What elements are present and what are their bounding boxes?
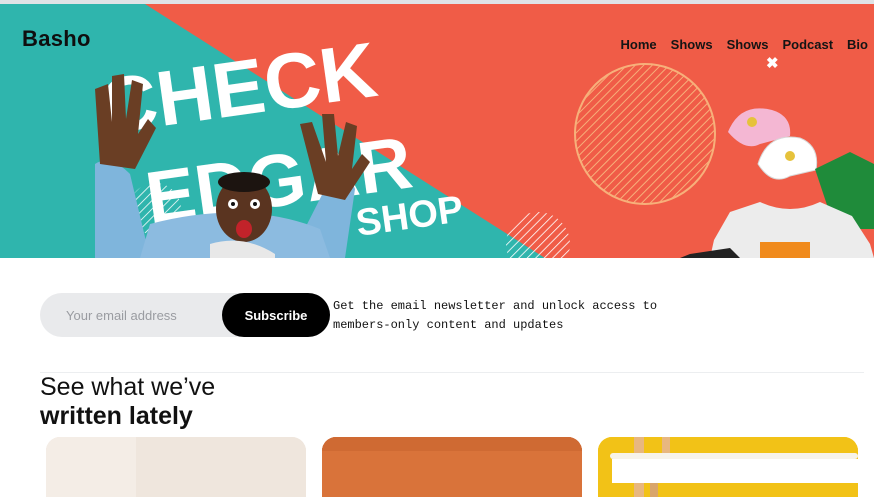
newsletter-note: Get the email newsletter and unlock acce… — [333, 297, 673, 335]
hero-banner[interactable]: CHECK EDGAR SHOP Basho Home Shows Shows … — [0, 4, 874, 258]
nav-item-podcast[interactable]: Podcast — [782, 37, 833, 52]
post-card-2[interactable] — [322, 437, 582, 497]
section-title-bold: written lately — [40, 402, 193, 430]
newsletter-form: Subscribe — [40, 293, 330, 337]
merch-caps — [728, 108, 818, 180]
post-card-3-image — [598, 437, 858, 497]
main-nav: Home Shows Shows Podcast Bio — [621, 37, 868, 52]
nav-item-shows-2[interactable]: Shows — [727, 37, 769, 52]
email-input[interactable] — [40, 293, 222, 337]
section-title: See what we’ve written lately — [40, 373, 215, 431]
subscribe-button[interactable]: Subscribe — [222, 293, 330, 337]
section-title-light: See what we’ve — [40, 373, 216, 401]
post-card-1[interactable] — [46, 437, 306, 497]
newsletter-note-line2: members-only content and updates — [333, 318, 564, 332]
nav-item-home[interactable]: Home — [621, 37, 657, 52]
site-logo[interactable]: Basho — [22, 26, 91, 52]
newsletter-note-line1: Get the email newsletter and unlock acce… — [333, 299, 658, 313]
post-card-3[interactable] — [598, 437, 858, 497]
nav-item-bio[interactable]: Bio — [847, 37, 868, 52]
close-icon[interactable]: ✖ — [766, 54, 779, 72]
post-card-1-image — [46, 437, 306, 497]
nav-item-shows[interactable]: Shows — [671, 37, 713, 52]
post-card-2-image — [322, 437, 582, 497]
